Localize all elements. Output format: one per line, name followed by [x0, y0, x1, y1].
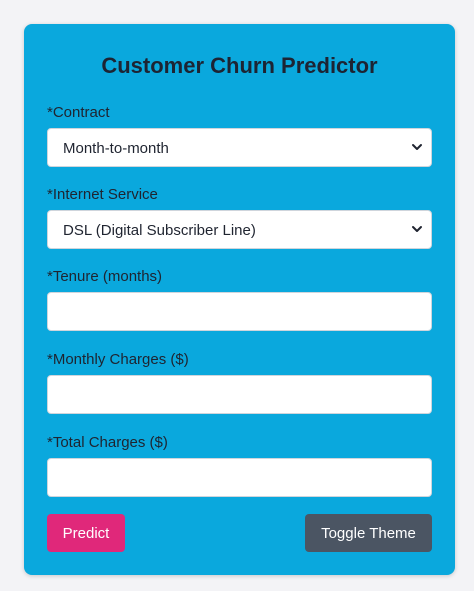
tenure-label: *Tenure (months)	[47, 268, 163, 285]
total-charges-label: *Total Charges ($)	[47, 434, 168, 451]
internet-service-selected-value: DSL (Digital Subscriber Line)	[63, 222, 256, 239]
contract-select[interactable]: Month-to-month	[47, 128, 432, 167]
monthly-charges-input[interactable]	[47, 375, 432, 414]
contract-selected-value: Month-to-month	[63, 140, 169, 157]
internet-service-select[interactable]: DSL (Digital Subscriber Line)	[47, 210, 432, 249]
total-charges-input[interactable]	[47, 458, 432, 497]
page-title: Customer Churn Predictor	[101, 53, 378, 78]
chevron-down-icon	[412, 144, 422, 150]
monthly-charges-label: *Monthly Charges ($)	[47, 351, 189, 368]
predict-button[interactable]: Predict	[47, 514, 125, 552]
toggle-theme-button[interactable]: Toggle Theme	[305, 514, 432, 552]
internet-service-label: *Internet Service	[47, 186, 158, 203]
predictor-card: Customer Churn Predictor *Contract Month…	[24, 24, 455, 575]
tenure-input[interactable]	[47, 292, 432, 331]
contract-label: *Contract	[47, 104, 110, 121]
chevron-down-icon	[412, 226, 422, 232]
